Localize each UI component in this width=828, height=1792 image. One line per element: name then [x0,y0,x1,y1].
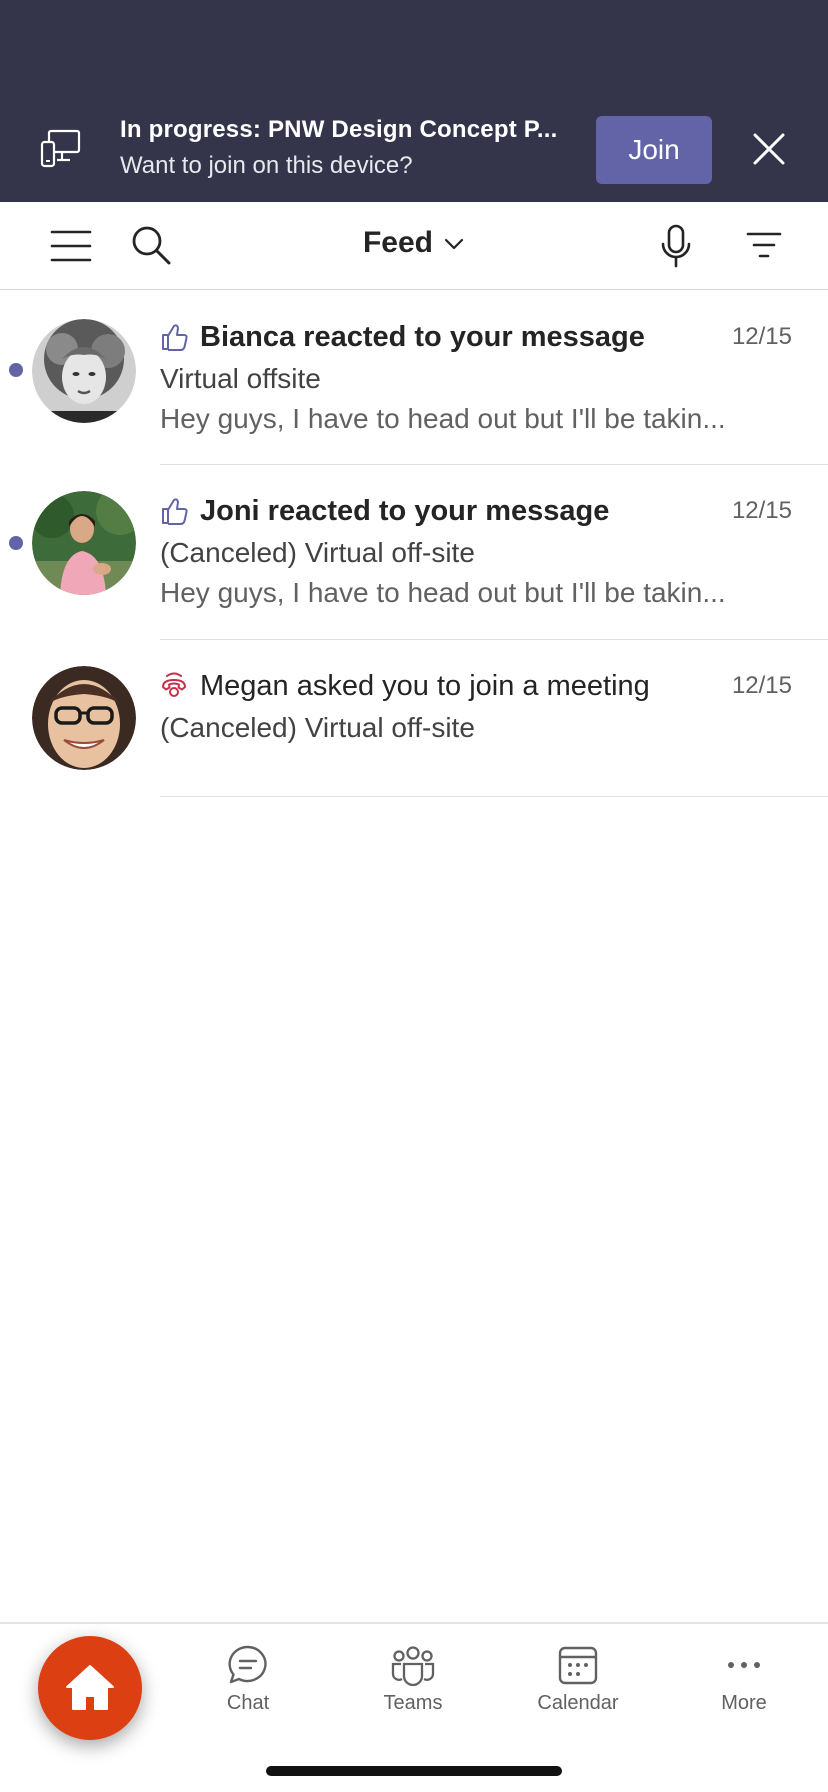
device-switch-icon [40,129,81,168]
feed-item-subject: Virtual offsite [160,363,321,394]
feed-item-headline: Megan asked you to join a meeting [200,669,650,702]
home-indicator [266,1766,562,1776]
unread-indicator [9,536,23,550]
feed-item-date: 12/15 [731,323,792,350]
home-icon [66,1665,114,1710]
thumbs-up-icon [162,324,188,351]
feed-item-header: Joni reacted to your message 12/15 [160,491,828,531]
tab-label: More [721,1692,767,1714]
feed-item-headline: Bianca reacted to your message [200,320,645,353]
feed-item-header: Bianca reacted to your message 12/15 [160,317,828,357]
feed-item-headline: Joni reacted to your message [200,494,610,527]
feed-item-content: Joni reacted to your message 12/15 (Canc… [160,491,828,609]
thumbs-up-icon [162,498,188,525]
tab-teams[interactable]: Teams [353,1644,473,1715]
calendar-icon [558,1646,598,1685]
feed-item-date: 12/15 [731,497,792,524]
more-dots-icon [728,1662,760,1668]
tab-chat[interactable]: Chat [188,1644,308,1715]
feed-view-selector[interactable]: Feed [0,226,828,260]
feed-item-preview: Hey guys, I have to head out but I'll be… [160,577,726,608]
feed-item-header: Megan asked you to join a meeting 12/15 [160,666,828,706]
join-button[interactable]: Join [596,116,712,184]
banner-texts: In progress: PNW Design Concept P... Wan… [120,116,580,180]
tab-more[interactable]: More [684,1644,804,1715]
feed-item-subject: (Canceled) Virtual off-site [160,712,475,743]
list-item[interactable]: Megan asked you to join a meeting 12/15 … [0,640,828,797]
tab-label: Calendar [537,1692,619,1714]
unread-indicator [9,363,23,377]
filter-icon[interactable] [746,230,782,260]
tab-label: Teams [383,1692,443,1714]
feed-item-date: 12/15 [731,672,792,699]
feed-item-content: Bianca reacted to your message 12/15 Vir… [160,317,828,435]
feed-item-content: Megan asked you to join a meeting 12/15 … [160,666,828,744]
banner-meeting-title: In progress: PNW Design Concept P... [120,116,558,143]
microphone-icon[interactable] [660,224,692,268]
meeting-in-progress-banner[interactable]: In progress: PNW Design Concept P... Wan… [0,0,828,202]
teams-feed-screen: In progress: PNW Design Concept P... Wan… [0,0,828,1792]
list-item[interactable]: Joni reacted to your message 12/15 (Canc… [0,465,828,640]
tab-calendar[interactable]: Calendar [518,1644,638,1715]
feed-item-preview: Hey guys, I have to head out but I'll be… [160,403,726,434]
chat-icon [228,1645,267,1684]
list-item[interactable]: Bianca reacted to your message 12/15 Vir… [0,291,828,465]
phone-ring-icon [162,672,186,697]
avatar [32,319,136,423]
tab-label: Chat [226,1692,270,1714]
chevron-down-icon [444,238,464,250]
banner-subtitle: Want to join on this device? [120,152,413,179]
close-icon[interactable] [748,128,790,170]
page-title: Feed [362,226,434,259]
divider [160,796,828,797]
teams-icon [391,1646,435,1686]
avatar [32,491,136,595]
avatar [32,666,136,770]
feed-item-subject: (Canceled) Virtual off-site [160,537,475,568]
home-button[interactable] [38,1636,142,1740]
top-toolbar: Feed [0,202,828,290]
activity-feed-list: Bianca reacted to your message 12/15 Vir… [0,291,828,797]
